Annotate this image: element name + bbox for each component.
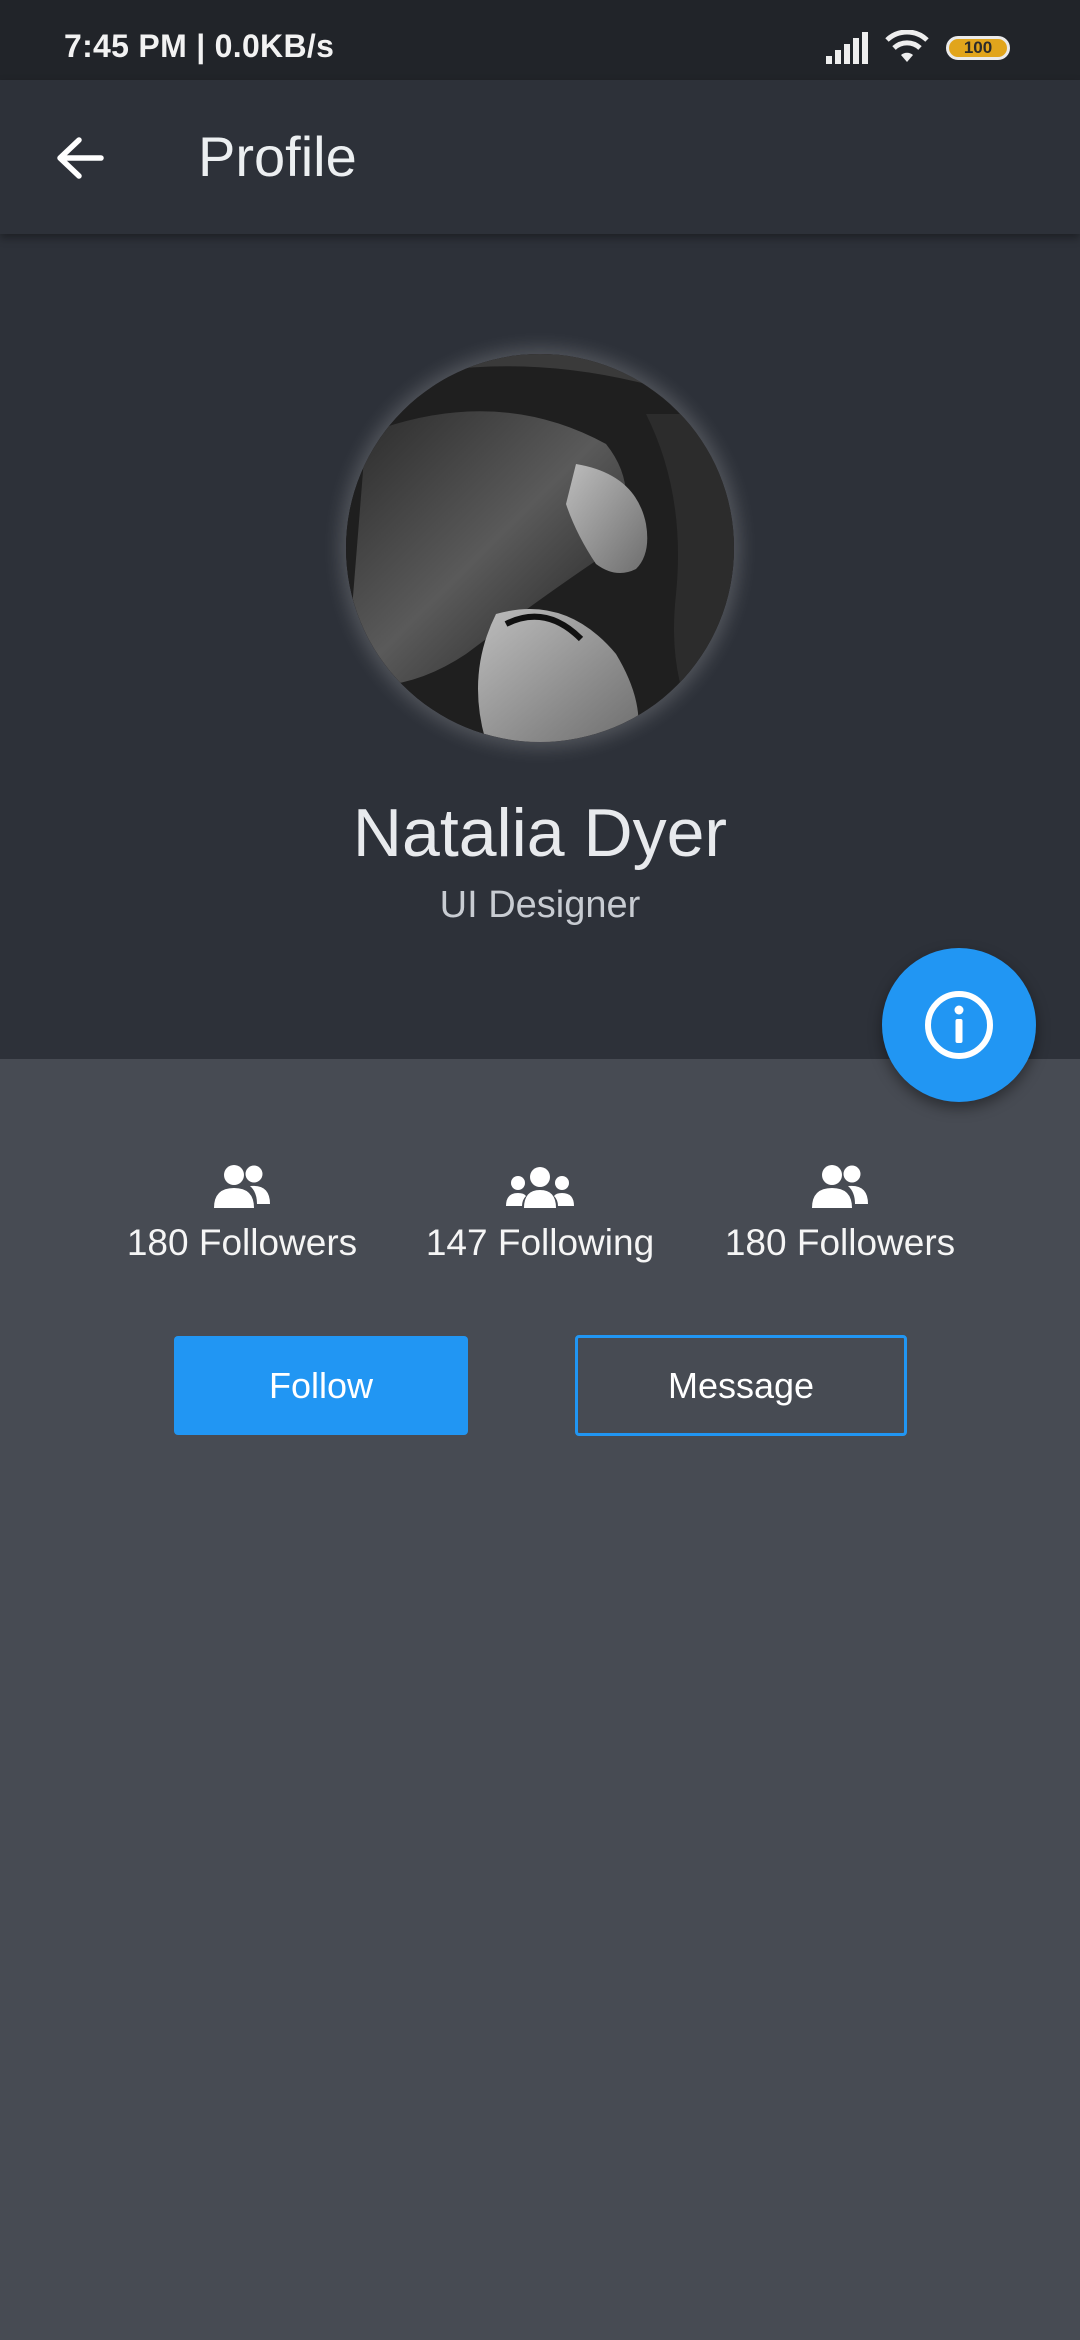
profile-header: Natalia Dyer UI Designer <box>0 234 1080 1059</box>
app-bar: Profile <box>0 80 1080 234</box>
group-large-icon <box>506 1167 574 1208</box>
status-bar: 7:45 PM | 0.0KB/s 100 <box>0 0 1080 80</box>
stats-row: 180 Followers 147 Following 180 Follower… <box>0 1160 1080 1280</box>
message-button[interactable]: Message <box>575 1335 907 1436</box>
stat-followers-2[interactable]: 180 Followers <box>690 1160 990 1264</box>
battery-level: 100 <box>963 38 993 57</box>
signal-icon <box>826 32 868 64</box>
group-icon <box>812 1165 868 1208</box>
stat-label: 180 Followers <box>724 1222 956 1263</box>
info-icon <box>925 991 993 1059</box>
status-time: 7:45 PM | 0.0KB/s <box>64 28 335 64</box>
profile-name: Natalia Dyer <box>352 795 728 871</box>
follow-button[interactable]: Follow <box>174 1336 468 1435</box>
back-button[interactable] <box>40 118 120 198</box>
stat-followers[interactable]: 180 Followers <box>92 1160 392 1264</box>
wifi-icon <box>885 30 929 62</box>
stat-following[interactable]: 147 Following <box>390 1160 690 1264</box>
stat-label: 180 Followers <box>126 1222 358 1263</box>
arrow-left-icon <box>57 137 104 179</box>
battery-icon: 100 <box>946 36 1010 60</box>
page-title: Profile <box>198 125 357 188</box>
avatar-photo <box>346 354 734 742</box>
info-fab-button[interactable] <box>882 948 1036 1102</box>
stat-label: 147 Following <box>425 1222 655 1263</box>
avatar <box>346 354 734 742</box>
profile-role: UI Designer <box>439 884 641 926</box>
group-icon <box>214 1165 270 1208</box>
